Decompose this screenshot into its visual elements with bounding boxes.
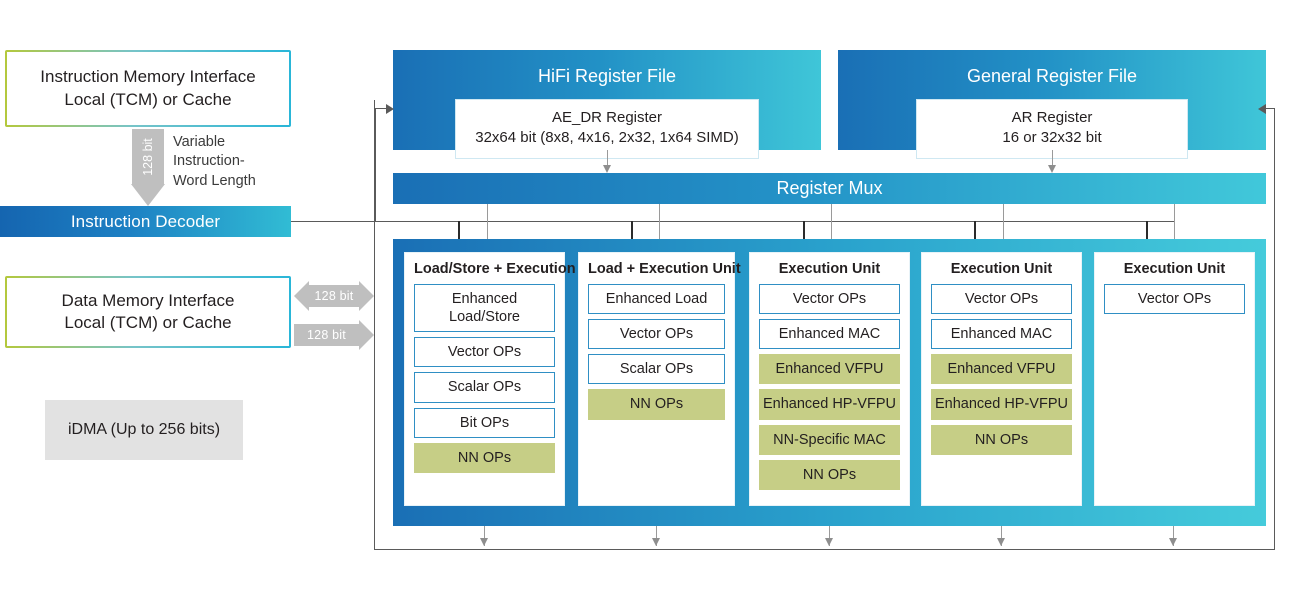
register-mux-bar: Register Mux (393, 173, 1266, 204)
diagram-canvas: Instruction Memory Interface Local (TCM)… (0, 0, 1290, 600)
general-rf-output-arrow (1048, 165, 1056, 173)
exec-output-arrow-5 (1169, 538, 1177, 546)
decoder-to-hifi-riser (375, 108, 377, 222)
execution-unit-title-4: Execution Unit (1123, 261, 1226, 277)
ae-dr-register-line1: AE_DR Register (551, 109, 663, 126)
data-bus-arrow-body-1: 128 bit (309, 285, 359, 307)
writeback-return-bus (374, 549, 1275, 551)
instruction-decoder-box: Instruction Decoder (0, 206, 291, 237)
instruction-bus-bit-label: 128 bit (141, 137, 155, 176)
op-vector-ops: Vector OPs (588, 319, 725, 350)
hifi-register-file-box: HiFi Register File AE_DR Register 32x64 … (393, 50, 821, 160)
instruction-memory-interface-box: Instruction Memory Interface Local (TCM)… (5, 50, 291, 127)
op-enhanced-load-store: Enhanced Load/Store (414, 284, 555, 333)
ae-dr-register-line2: 32x64 bit (8x8, 4x16, 2x32, 1x64 SIMD) (475, 129, 739, 147)
op-vector-ops: Vector OPs (931, 284, 1072, 315)
op-label-line1: Enhanced (451, 291, 518, 307)
data-bus-arrow-body-2: 128 bit (294, 324, 359, 346)
op-nn-ops: NN OPs (931, 424, 1072, 455)
instruction-memory-line1: Instruction Memory Interface (40, 67, 256, 87)
data-bus-arrow-left-head (294, 281, 309, 311)
op-scalar-ops: Scalar OPs (414, 372, 555, 403)
execution-unit-column-3: Execution Unit Vector OPs Enhanced MAC E… (921, 252, 1082, 506)
general-register-file-input-arrow (1258, 103, 1266, 114)
op-scalar-ops: Scalar OPs (588, 354, 725, 385)
op-nn-ops: NN OPs (414, 442, 555, 473)
hifi-register-file-input-arrow (386, 103, 394, 114)
op-vector-ops: Vector OPs (1104, 284, 1245, 315)
variable-instruction-word-note: Variable Instruction- Word Length (173, 133, 303, 191)
op-enhanced-load: Enhanced Load (588, 284, 725, 315)
decoder-bus-line (291, 221, 1174, 223)
op-vector-ops: Vector OPs (414, 337, 555, 368)
execution-unit-title-1: Load + Execution Unit (588, 261, 741, 277)
idma-line2: (Up to 256 bits) (110, 421, 221, 439)
op-enhanced-hp-vfpu: Enhanced HP-VFPU (931, 389, 1072, 420)
hifi-rf-output-arrow (603, 165, 611, 173)
writeback-right-riser (1274, 108, 1276, 550)
execution-unit-column-1: Load + Execution Unit Enhanced Load Vect… (578, 252, 741, 506)
exec-output-arrow-4 (997, 538, 1005, 546)
execution-unit-column-4: Execution Unit Vector OPs (1094, 252, 1255, 506)
data-bus-arrow-right-head-2 (359, 320, 374, 350)
data-memory-line1: Data Memory Interface (61, 290, 235, 310)
exec-output-arrow-1 (480, 538, 488, 546)
data-memory-interface-box: Data Memory Interface Local (TCM) or Cac… (5, 276, 291, 348)
instruction-bus-arrow-head (131, 184, 165, 206)
register-mux-label: Register Mux (776, 178, 883, 198)
ar-register-line2: 16 or 32x32 bit (1002, 129, 1102, 147)
op-vector-ops: Vector OPs (759, 284, 900, 315)
data-bus-arrow-bidirectional: 128 bit (294, 281, 374, 311)
op-nn-specific-mac: NN-Specific MAC (759, 424, 900, 455)
ar-register-line1: AR Register (1011, 109, 1093, 126)
op-nn-ops: NN OPs (588, 389, 725, 420)
hifi-register-file-title: HiFi Register File (537, 66, 677, 86)
op-nn-ops: NN OPs (759, 459, 900, 490)
note-line1: Variable (173, 134, 226, 150)
data-bus-arrow-right-head (359, 281, 374, 311)
op-enhanced-vfpu: Enhanced VFPU (931, 354, 1072, 385)
exec-output-arrow-3 (825, 538, 833, 546)
instruction-memory-line2: Local (TCM) or Cache (64, 89, 232, 109)
instruction-bus-arrow-shaft: 128 bit (132, 129, 164, 184)
op-enhanced-mac: Enhanced MAC (931, 319, 1072, 350)
idma-box: iDMA (Up to 256 bits) (45, 400, 243, 460)
execution-unit-title-0: Load/Store + Execution (414, 261, 576, 277)
idma-line1: iDMA (67, 421, 107, 439)
instruction-decoder-label: Instruction Decoder (70, 211, 221, 231)
op-enhanced-vfpu: Enhanced VFPU (759, 354, 900, 385)
note-line2: Instruction- (173, 153, 245, 170)
general-register-file-title: General Register File (966, 66, 1138, 86)
data-bus-label-2: 128 bit (307, 328, 346, 342)
writeback-left-riser (374, 100, 376, 550)
data-bus-label-1: 128 bit (314, 289, 354, 303)
execution-unit-column-0: Load/Store + Execution Enhanced Load/Sto… (404, 252, 576, 506)
note-line3: Word Length (173, 172, 256, 189)
data-memory-line2: Local (TCM) or Cache (64, 313, 232, 332)
op-enhanced-mac: Enhanced MAC (759, 319, 900, 350)
writeback-general-rf-lead (1265, 108, 1275, 110)
general-register-file-box: General Register File AR Register 16 or … (838, 50, 1266, 160)
execution-unit-title-3: Execution Unit (950, 261, 1053, 277)
exec-output-arrow-2 (652, 538, 660, 546)
execution-unit-title-2: Execution Unit (778, 261, 881, 277)
data-bus-arrow-right: 128 bit (294, 320, 374, 350)
op-label-line2: Load/Store (449, 309, 520, 326)
op-enhanced-hp-vfpu: Enhanced HP-VFPU (759, 389, 900, 420)
op-bit-ops: Bit OPs (414, 407, 555, 438)
execution-unit-column-2: Execution Unit Vector OPs Enhanced MAC E… (749, 252, 910, 506)
